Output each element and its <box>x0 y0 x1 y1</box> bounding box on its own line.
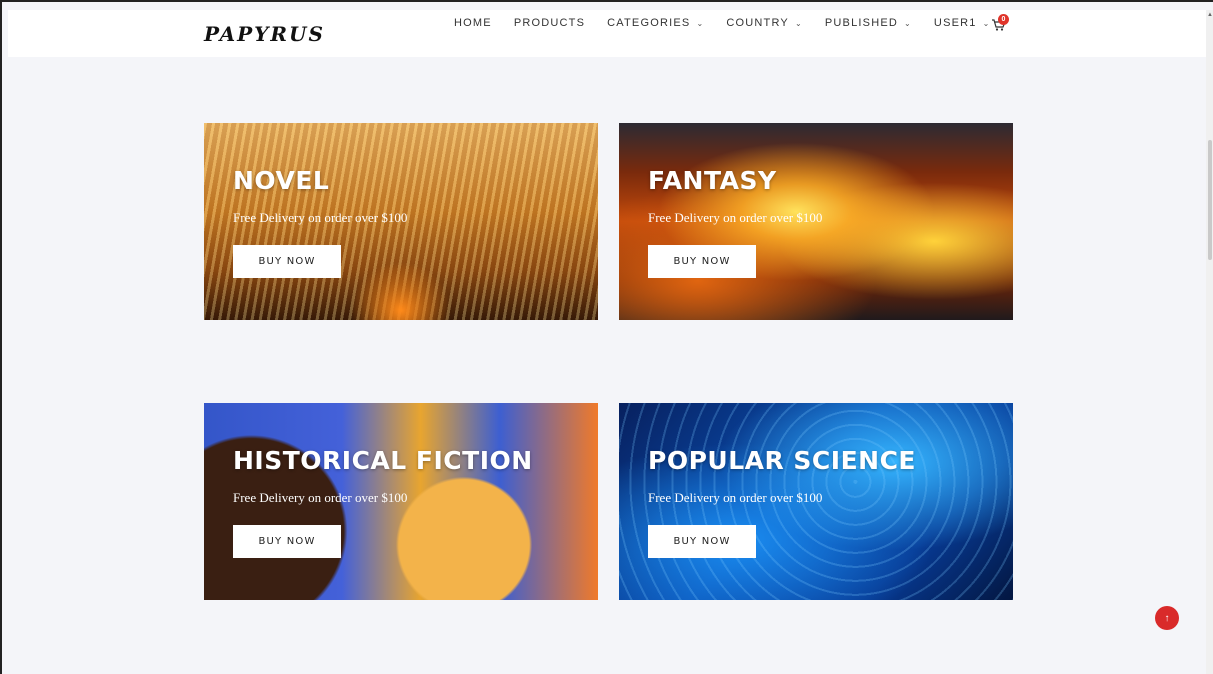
arrow-up-icon: ↑ <box>1164 612 1170 624</box>
nav-products-label: PRODUCTS <box>513 17 586 29</box>
banner-title: POPULAR SCIENCE <box>648 446 917 475</box>
banner-historical-fiction: HISTORICAL FICTION Free Delivery on orde… <box>204 403 598 600</box>
buy-now-button[interactable]: BUY NOW <box>648 245 756 278</box>
banner-title: HISTORICAL FICTION <box>233 446 533 475</box>
banner-subtitle: Free Delivery on order over $100 <box>648 210 823 225</box>
nav-country[interactable]: COUNTRY ⌄ <box>726 17 803 29</box>
nav-products[interactable]: PRODUCTS <box>514 17 585 29</box>
chevron-down-icon: ⌄ <box>696 18 705 28</box>
main-nav: HOME PRODUCTS CATEGORIES ⌄ COUNTRY ⌄ PUB… <box>454 17 1013 29</box>
scrollbar-thumb[interactable] <box>1208 140 1212 260</box>
nav-categories-label: CATEGORIES <box>607 17 691 29</box>
banner-subtitle: Free Delivery on order over $100 <box>233 490 408 505</box>
banner-subtitle: Free Delivery on order over $100 <box>648 490 823 505</box>
cart-count-badge: 0 <box>998 14 1009 25</box>
banner-subtitle: Free Delivery on order over $100 <box>233 210 408 225</box>
scroll-up-icon[interactable]: ▲ <box>1207 12 1213 18</box>
nav-published[interactable]: PUBLISHED ⌄ <box>825 17 912 29</box>
banner-title: NOVEL <box>233 166 330 195</box>
nav-home-label: HOME <box>454 17 492 29</box>
window-frame <box>0 0 1213 674</box>
nav-user[interactable]: USER1 ⌄ <box>934 17 991 29</box>
banner-popular-science: POPULAR SCIENCE Free Delivery on order o… <box>619 403 1013 600</box>
site-logo[interactable]: PAPYRUS <box>204 22 325 46</box>
buy-now-button[interactable]: BUY NOW <box>233 525 341 558</box>
nav-categories[interactable]: CATEGORIES ⌄ <box>607 17 704 29</box>
banner-novel: NOVEL Free Delivery on order over $100 B… <box>204 123 598 320</box>
nav-country-label: COUNTRY <box>726 17 789 29</box>
nav-user-label: USER1 <box>933 17 977 29</box>
chevron-down-icon: ⌄ <box>904 18 912 28</box>
banner-title: FANTASY <box>648 166 777 195</box>
back-to-top-button[interactable]: ↑ <box>1155 606 1179 630</box>
buy-now-button[interactable]: BUY NOW <box>233 245 341 278</box>
nav-home[interactable]: HOME <box>454 17 492 29</box>
buy-now-button[interactable]: BUY NOW <box>648 525 756 558</box>
scrollbar-track[interactable] <box>1206 10 1213 674</box>
chevron-down-icon: ⌄ <box>794 18 803 28</box>
banner-fantasy: FANTASY Free Delivery on order over $100… <box>619 123 1013 320</box>
nav-published-label: PUBLISHED <box>824 17 899 29</box>
